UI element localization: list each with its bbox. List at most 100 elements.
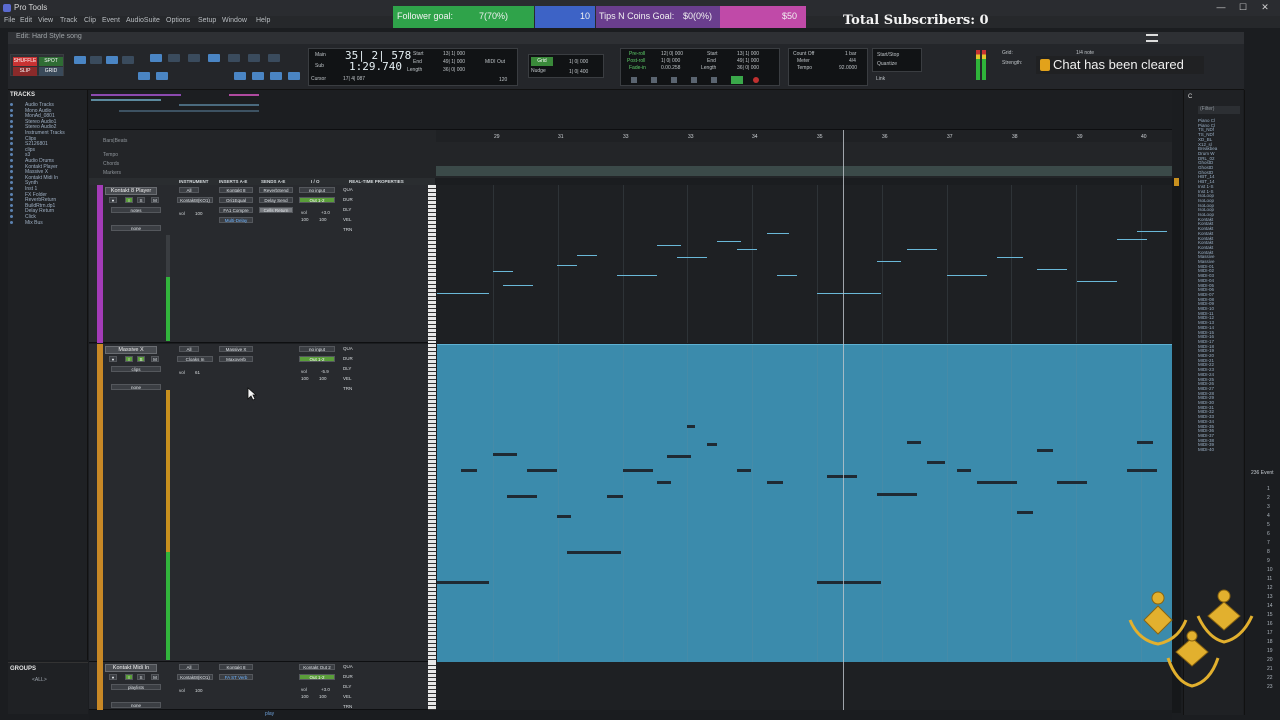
menu-edit[interactable]: Edit bbox=[20, 17, 32, 24]
midi-note[interactable] bbox=[977, 481, 1017, 484]
minimize-button[interactable]: — bbox=[1214, 2, 1228, 14]
solo-button[interactable]: S bbox=[137, 356, 145, 362]
rec-arm-button[interactable]: ● bbox=[109, 197, 117, 203]
insert-slot-1[interactable]: Massive X bbox=[219, 346, 253, 352]
midi-note[interactable] bbox=[717, 241, 741, 242]
io-input[interactable]: no input bbox=[299, 187, 335, 193]
zoomer-tool-icon[interactable] bbox=[150, 54, 162, 62]
insert-slot-4[interactable]: Multi-Delay bbox=[219, 217, 253, 223]
stop-icon[interactable] bbox=[671, 77, 677, 83]
rt-velocity[interactable]: VEL bbox=[343, 376, 352, 381]
midi-note[interactable] bbox=[737, 469, 751, 472]
fast-forward-icon[interactable] bbox=[691, 77, 697, 83]
piano-keyboard[interactable] bbox=[428, 662, 436, 710]
rt-delay[interactable]: DLY bbox=[343, 366, 351, 371]
track-visibility-dot[interactable] bbox=[10, 192, 13, 196]
midi-note[interactable] bbox=[907, 249, 937, 250]
chord-marker-strip[interactable] bbox=[436, 166, 1172, 176]
midi-note[interactable] bbox=[461, 469, 477, 472]
insertion-follows-icon[interactable] bbox=[270, 72, 282, 80]
track-visibility-dot[interactable] bbox=[10, 198, 13, 202]
midi-controls[interactable]: Start/Stop Quantize bbox=[872, 48, 922, 72]
track-view-selector[interactable]: notes bbox=[111, 207, 161, 213]
instrument-midi-input[interactable]: All bbox=[179, 346, 199, 352]
insert-slot-2[interactable]: Ori1Equal bbox=[219, 197, 253, 203]
midi-note[interactable] bbox=[557, 265, 577, 266]
quantize-label[interactable]: Quantize bbox=[877, 61, 897, 67]
io-output[interactable]: Out 1-2 bbox=[299, 197, 335, 203]
fadein-label[interactable]: Fade-in bbox=[629, 65, 646, 71]
menu-event[interactable]: Event bbox=[102, 17, 120, 24]
midi-note[interactable] bbox=[437, 293, 489, 294]
track-visibility-dot[interactable] bbox=[10, 203, 13, 207]
tab-to-transient-icon[interactable] bbox=[138, 72, 150, 80]
play-icon[interactable] bbox=[711, 77, 717, 83]
maximize-button[interactable]: ☐ bbox=[1236, 2, 1250, 14]
scroll-thumb[interactable] bbox=[1174, 178, 1179, 186]
insert-slot-1[interactable]: Kontakt 8 bbox=[219, 187, 253, 193]
insert-slot-3[interactable]: FA1 Compre bbox=[219, 207, 253, 213]
midi-note[interactable] bbox=[767, 233, 789, 234]
track-visibility-dot[interactable] bbox=[10, 175, 13, 179]
insert-slot-1[interactable]: Kontakt 8 bbox=[219, 664, 253, 670]
groups-all-item[interactable]: <ALL> bbox=[32, 677, 47, 683]
count-off-label[interactable]: Count Off bbox=[793, 51, 814, 57]
shuffle-mode-button[interactable]: SHUFFLE bbox=[13, 57, 37, 66]
universe-overview[interactable] bbox=[89, 90, 1172, 130]
rt-duration[interactable]: DUR bbox=[343, 356, 353, 361]
track-visibility-dot[interactable] bbox=[10, 103, 13, 106]
track-playlist-selector[interactable]: none bbox=[111, 702, 161, 708]
rt-transpose[interactable]: TRN bbox=[343, 704, 352, 709]
track-view-selector[interactable]: clips bbox=[111, 366, 161, 372]
track-playlist-selector[interactable]: none bbox=[111, 384, 161, 390]
midi-note[interactable] bbox=[607, 495, 623, 498]
rt-transpose[interactable]: TRN bbox=[343, 386, 352, 391]
track-visibility-dot[interactable] bbox=[10, 108, 13, 112]
solo-button[interactable]: S bbox=[137, 674, 145, 680]
mute-button[interactable]: M bbox=[151, 356, 159, 362]
mirror-midi-icon[interactable] bbox=[252, 72, 264, 80]
midi-note[interactable] bbox=[877, 493, 917, 496]
midi-note[interactable] bbox=[707, 443, 717, 446]
menu-clip[interactable]: Clip bbox=[84, 17, 96, 24]
track-view-selector[interactable]: playlists bbox=[111, 684, 161, 690]
midi-note[interactable] bbox=[557, 515, 571, 518]
rt-quantize[interactable]: QUA bbox=[343, 664, 353, 669]
track-visibility-dot[interactable] bbox=[10, 136, 13, 140]
meter-label[interactable]: Meter bbox=[797, 58, 810, 64]
rt-duration[interactable]: DUR bbox=[343, 197, 353, 202]
rt-transpose[interactable]: TRN bbox=[343, 227, 352, 232]
midi-note[interactable] bbox=[577, 255, 597, 256]
preroll-label[interactable]: Pre-roll bbox=[629, 51, 645, 57]
track-visibility-dot[interactable] bbox=[10, 153, 13, 157]
track-name[interactable]: Kontakt 8 Player bbox=[105, 187, 157, 195]
spot-mode-button[interactable]: SPOT bbox=[39, 57, 63, 66]
midi-note[interactable] bbox=[1077, 281, 1117, 282]
midi-note[interactable] bbox=[687, 425, 695, 428]
send-slot-3[interactable]: Cells Return bbox=[259, 207, 293, 213]
io-input[interactable]: no input bbox=[299, 346, 335, 352]
track-visibility-dot[interactable] bbox=[10, 164, 13, 168]
clip-list-item[interactable]: MIDI-40 bbox=[1198, 447, 1214, 452]
tempo-label[interactable]: Tempo bbox=[797, 65, 812, 71]
track-visibility-dot[interactable] bbox=[10, 209, 13, 213]
menu-help[interactable]: Help bbox=[256, 17, 270, 24]
menu-view[interactable]: View bbox=[38, 17, 53, 24]
menu-audiosuite[interactable]: AudioSuite bbox=[126, 17, 160, 24]
rt-delay[interactable]: DLY bbox=[343, 207, 351, 212]
midi-note[interactable] bbox=[1137, 441, 1153, 444]
midi-note[interactable] bbox=[877, 261, 901, 262]
instrument-plugin[interactable]: Cloaks In bbox=[177, 356, 213, 362]
grid-nudge-display[interactable]: Grid Nudge 1| 0| 000 1| 0| 400 bbox=[528, 54, 604, 78]
menu-track[interactable]: Track bbox=[60, 17, 77, 24]
input-monitor-button[interactable]: I bbox=[125, 674, 133, 680]
track-name[interactable]: Kontakt Midi In bbox=[105, 664, 157, 672]
io-output[interactable]: Out 1-2 bbox=[299, 356, 335, 362]
track-visibility-dot[interactable] bbox=[10, 142, 13, 146]
return-to-zero-icon[interactable] bbox=[631, 77, 637, 83]
midi-note[interactable] bbox=[567, 551, 621, 554]
midi-note[interactable] bbox=[1037, 449, 1053, 452]
midi-note[interactable] bbox=[817, 581, 881, 584]
menu-setup[interactable]: Setup bbox=[198, 17, 216, 24]
start-stop-label[interactable]: Start/Stop bbox=[877, 52, 899, 58]
